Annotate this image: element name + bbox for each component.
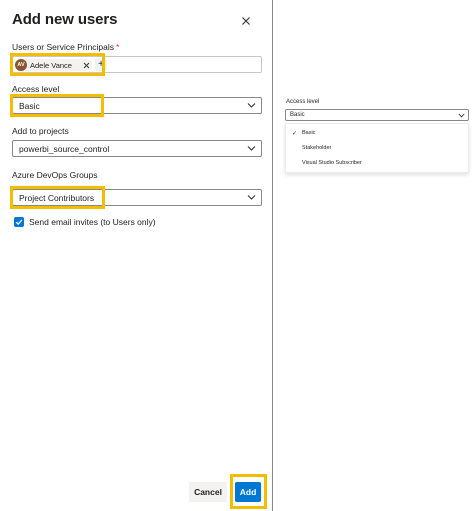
highlight-add-button — [230, 474, 267, 509]
highlight-users — [10, 53, 105, 76]
chevron-down-icon — [247, 145, 256, 152]
option-stakeholder[interactable]: Stakeholder — [286, 141, 468, 156]
option-visual-studio-subscriber[interactable]: Visual Studio Subscriber — [286, 156, 468, 171]
access-level-label: Access level — [12, 84, 60, 94]
access-level-dropdown-expanded: Access level Basic ✓ Basic Stakeholder V… — [285, 0, 474, 511]
dropdown-options: ✓ Basic Stakeholder Visual Studio Subscr… — [285, 123, 469, 173]
groups-label: Azure DevOps Groups — [12, 170, 98, 180]
option-label: Stakeholder — [302, 145, 332, 151]
highlight-access-level — [10, 94, 104, 117]
cancel-button[interactable]: Cancel — [189, 482, 227, 502]
users-label: Users or Service Principals * — [12, 42, 120, 52]
add-users-panel: Add new users Users or Service Principal… — [0, 0, 273, 511]
required-marker: * — [116, 42, 120, 52]
projects-select[interactable]: powerbi_source_control — [12, 140, 262, 157]
dialog-title: Add new users — [12, 11, 118, 28]
projects-label: Add to projects — [12, 126, 69, 136]
chevron-down-icon — [458, 113, 465, 118]
checkmark-icon: ✓ — [292, 131, 298, 137]
chevron-down-icon — [247, 102, 256, 109]
dropdown-label: Access level — [286, 99, 320, 105]
chevron-down-icon — [247, 194, 256, 201]
dropdown-select[interactable]: Basic — [285, 109, 469, 121]
email-invites-label: Send email invites (to Users only) — [29, 217, 156, 227]
dropdown-value: Basic — [290, 112, 305, 118]
highlight-groups — [10, 186, 105, 209]
option-basic[interactable]: ✓ Basic — [286, 126, 468, 141]
close-icon[interactable] — [239, 14, 253, 28]
projects-value: powerbi_source_control — [19, 144, 110, 154]
option-label: Basic — [302, 130, 316, 136]
email-invites-checkbox[interactable] — [14, 217, 24, 227]
option-label: Visual Studio Subscriber — [302, 160, 362, 166]
